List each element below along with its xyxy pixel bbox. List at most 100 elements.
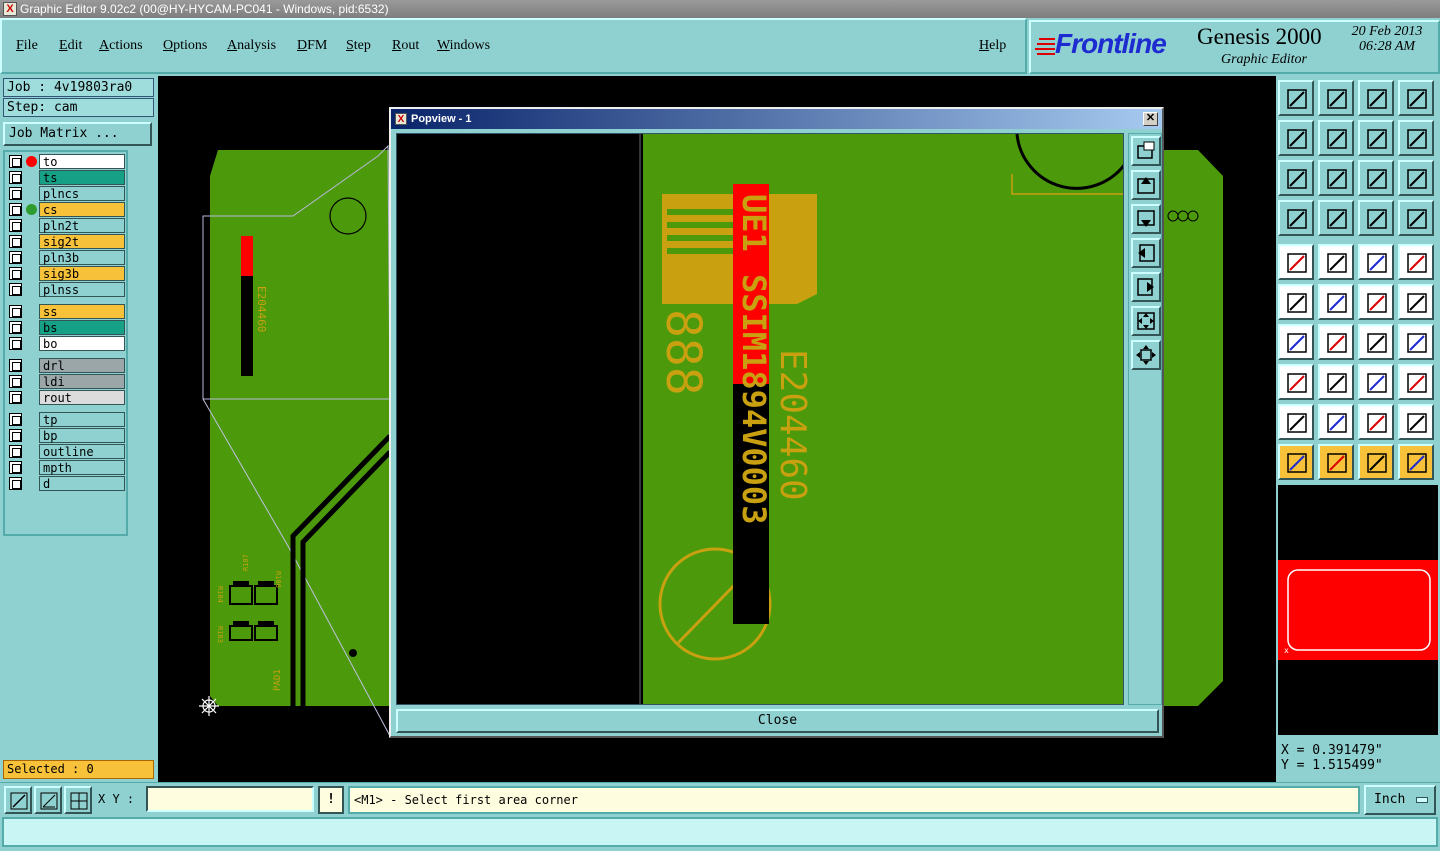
units-dropdown[interactable]: Inch xyxy=(1364,785,1436,815)
layer-name[interactable]: bs xyxy=(39,320,125,335)
menu-actions[interactable]: Actions xyxy=(99,38,143,54)
tool-arc-cw-button[interactable] xyxy=(1358,324,1394,360)
layer-checkbox[interactable] xyxy=(9,251,22,264)
popview-tool-1[interactable] xyxy=(1131,136,1161,166)
tool-circle-select-button[interactable] xyxy=(1398,244,1434,280)
layer-name[interactable]: sig3b xyxy=(39,266,125,281)
tool-arrow-draw-button[interactable] xyxy=(1398,284,1434,320)
tool-move-left-button[interactable] xyxy=(1278,120,1314,156)
layer-checkbox[interactable] xyxy=(9,477,22,490)
menu-options[interactable]: Options xyxy=(163,38,207,54)
layer-name[interactable]: d xyxy=(39,476,125,491)
tool-line-draw-button[interactable] xyxy=(1358,284,1394,320)
layer-name[interactable]: drl xyxy=(39,358,125,373)
layer-row-sig3b[interactable]: sig3b xyxy=(7,266,127,281)
tool-pad-select-button[interactable] xyxy=(1278,244,1314,280)
layer-name[interactable]: pln2t xyxy=(39,218,125,233)
tool-step-up-button[interactable] xyxy=(1278,80,1314,116)
layer-checkbox[interactable] xyxy=(9,391,22,404)
tool-pointer-orange-button[interactable] xyxy=(1358,444,1394,480)
layer-name[interactable]: cs xyxy=(39,202,125,217)
tool-snake-button[interactable] xyxy=(1398,120,1434,156)
tool-measure-ruler-button[interactable] xyxy=(1358,244,1394,280)
layer-row-plncs[interactable]: plncs xyxy=(7,186,127,201)
menu-rout[interactable]: Rout xyxy=(392,38,419,54)
tool-move-right-button[interactable] xyxy=(1318,120,1354,156)
tool-layer-red-button[interactable] xyxy=(1358,200,1394,236)
tool-triangle-1-button[interactable] xyxy=(1278,404,1314,440)
tool-zoom-fit-button[interactable] xyxy=(1358,120,1394,156)
layer-checkbox[interactable] xyxy=(9,267,22,280)
layer-checkbox[interactable] xyxy=(9,461,22,474)
tool-line-red-button[interactable] xyxy=(1318,324,1354,360)
layer-name[interactable]: bo xyxy=(39,336,125,351)
tool-dimension-button[interactable] xyxy=(1358,364,1394,400)
layer-row-pln2t[interactable]: pln2t xyxy=(7,218,127,233)
snap-button[interactable] xyxy=(4,786,32,814)
layer-checkbox[interactable] xyxy=(9,413,22,426)
layer-checkbox[interactable] xyxy=(9,219,22,232)
layer-checkbox[interactable] xyxy=(9,359,22,372)
layer-name[interactable]: to xyxy=(39,154,125,169)
tool-split-view-button[interactable] xyxy=(1398,80,1434,116)
layer-checkbox[interactable] xyxy=(9,171,22,184)
menu-step[interactable]: Step xyxy=(346,38,371,54)
tool-scale-1-2-button[interactable] xyxy=(1358,160,1394,196)
popview-tool-5[interactable] xyxy=(1131,272,1161,302)
layer-name[interactable]: sig2t xyxy=(39,234,125,249)
tool-layer-red-2-button[interactable] xyxy=(1398,200,1434,236)
popview-dialog[interactable]: X Popview - 1 ✕ 888 UE1 SSIM1894V0003 E2… xyxy=(389,107,1164,738)
layer-row-plnss[interactable]: plnss xyxy=(7,282,127,297)
popview-tool-2[interactable] xyxy=(1131,170,1161,200)
layer-row-to[interactable]: to xyxy=(7,154,127,169)
popview-tool-4[interactable] xyxy=(1131,238,1161,268)
tool-cluster-button[interactable] xyxy=(1398,364,1434,400)
tool-net-select-button[interactable] xyxy=(1318,244,1354,280)
layer-row-bs[interactable]: bs xyxy=(7,320,127,335)
layer-checkbox[interactable] xyxy=(9,337,22,350)
grid-button[interactable] xyxy=(64,786,92,814)
layer-row-rout[interactable]: rout xyxy=(7,390,127,405)
tool-triangle-3-button[interactable] xyxy=(1358,404,1394,440)
layer-name[interactable]: plncs xyxy=(39,186,125,201)
layer-row-bo[interactable]: bo xyxy=(7,336,127,351)
layer-checkbox[interactable] xyxy=(9,375,22,388)
popview-close-button[interactable]: Close xyxy=(396,709,1159,733)
layer-checkbox[interactable] xyxy=(9,429,22,442)
layer-row-ts[interactable]: ts xyxy=(7,170,127,185)
tool-grid-view-button[interactable] xyxy=(1318,200,1354,236)
tool-zoom-width-button[interactable] xyxy=(1318,160,1354,196)
layer-name[interactable]: mpth xyxy=(39,460,125,475)
tool-help-query-button[interactable] xyxy=(1398,160,1434,196)
popview-canvas[interactable]: 888 UE1 SSIM1894V0003 E204460 xyxy=(396,133,1124,705)
tool-cross-select-button[interactable] xyxy=(1318,284,1354,320)
popview-titlebar[interactable]: X Popview - 1 ✕ xyxy=(391,109,1162,129)
tool-angle-red-button[interactable] xyxy=(1278,324,1314,360)
layer-row-ss[interactable]: ss xyxy=(7,304,127,319)
tool-triangle-2-button[interactable] xyxy=(1318,404,1354,440)
layer-row-pln3b[interactable]: pln3b xyxy=(7,250,127,265)
layer-checkbox[interactable] xyxy=(9,305,22,318)
tool-connect-nodes-button[interactable] xyxy=(1278,284,1314,320)
tool-pointer-box-button[interactable] xyxy=(1318,444,1354,480)
xy-input[interactable] xyxy=(146,786,314,812)
layer-name[interactable]: pln3b xyxy=(39,250,125,265)
popview-tool-7[interactable] xyxy=(1131,340,1161,370)
layer-row-d[interactable]: d xyxy=(7,476,127,491)
menu-windows[interactable]: Windows xyxy=(437,38,490,54)
layer-row-cs[interactable]: cs xyxy=(7,202,127,217)
tool-pointer-route-button[interactable] xyxy=(1398,444,1434,480)
layer-row-ldi[interactable]: ldi xyxy=(7,374,127,389)
layer-checkbox[interactable] xyxy=(9,155,22,168)
warning-button[interactable]: ! xyxy=(318,786,344,814)
menu-edit[interactable]: Edit xyxy=(59,38,82,54)
tool-step-down-button[interactable] xyxy=(1318,80,1354,116)
layer-checkbox[interactable] xyxy=(9,283,22,296)
layer-name[interactable]: ss xyxy=(39,304,125,319)
layer-checkbox[interactable] xyxy=(9,321,22,334)
layer-name[interactable]: bp xyxy=(39,428,125,443)
menu-dfm[interactable]: DFM xyxy=(297,38,327,54)
popview-tool-6[interactable] xyxy=(1131,306,1161,336)
tool-tools-button[interactable] xyxy=(1278,200,1314,236)
layer-name[interactable]: plnss xyxy=(39,282,125,297)
